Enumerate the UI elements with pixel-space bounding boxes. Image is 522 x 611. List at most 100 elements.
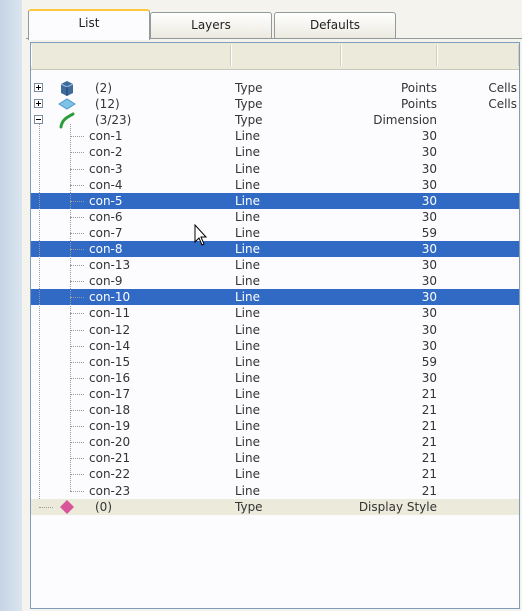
connector-row[interactable]: con-17 Line 21	[31, 386, 519, 402]
tree-branch-line	[70, 184, 84, 186]
connector-dimension: 21	[421, 386, 437, 401]
connector-type: Line	[235, 322, 261, 337]
connector-type: Line	[235, 242, 261, 256]
connector-row[interactable]: con-9 Line 30	[31, 273, 519, 289]
connector-name: con-4	[89, 177, 123, 192]
connector-dimension: 30	[421, 370, 437, 385]
connector-row[interactable]: con-19 Line 21	[31, 418, 519, 434]
connector-row[interactable]: con-18 Line 21	[31, 402, 519, 418]
connector-dimension: 30	[421, 274, 437, 289]
connector-name: con-13	[89, 258, 131, 273]
tree-group-row[interactable]: (3/23) Type Dimension	[31, 112, 519, 129]
tree-group-row[interactable]: (2) Type Points Cells	[31, 80, 519, 96]
group-type: Type	[235, 81, 263, 95]
connector-row[interactable]: con-20 Line 21	[31, 434, 519, 450]
connector-dimension: 30	[421, 290, 437, 305]
tree-group-row[interactable]: (0) Type Display Style	[31, 498, 519, 516]
tree-branch-line	[70, 393, 84, 395]
expand-icon[interactable]	[34, 99, 43, 109]
column-header-extra[interactable]	[437, 45, 519, 66]
connector-row[interactable]: con-8 Line 30	[31, 241, 519, 257]
connector-row[interactable]: con-21 Line 21	[31, 450, 519, 466]
tree-branch-line	[70, 232, 84, 234]
connector-row[interactable]: con-1 Line 30	[31, 128, 519, 144]
connector-dimension: 30	[421, 322, 437, 337]
connector-name: con-5	[89, 193, 123, 208]
connector-name: con-21	[89, 451, 131, 466]
connector-name: con-18	[89, 403, 131, 417]
connector-name: con-6	[89, 209, 123, 224]
connector-type: Line	[235, 483, 261, 498]
connector-type: Line	[235, 435, 261, 450]
connector-row[interactable]: con-4 Line 30	[31, 177, 519, 193]
connector-dimension: 30	[421, 129, 437, 144]
tree-root-line	[39, 124, 40, 507]
tree-branch-line	[70, 168, 84, 170]
connector-row[interactable]: con-10 Line 30	[31, 289, 519, 306]
tree-branch-line	[70, 136, 84, 138]
connector-type: Line	[235, 209, 261, 224]
connector-name: con-19	[89, 419, 131, 434]
column-header-type[interactable]	[231, 45, 341, 66]
connector-name: con-11	[89, 306, 131, 321]
connector-row[interactable]: con-16 Line 30	[31, 370, 519, 386]
group-type: Type	[235, 499, 263, 514]
group-col3: Points	[400, 97, 437, 112]
connector-row[interactable]: con-7 Line 59	[31, 225, 519, 241]
connector-type: Line	[235, 193, 261, 208]
connector-name: con-12	[89, 322, 131, 337]
column-header-name[interactable]	[31, 45, 231, 66]
connector-name: con-23	[89, 483, 131, 498]
tree-branch-line	[70, 474, 84, 476]
tree-branch-line	[70, 329, 84, 331]
connector-name: con-9	[89, 274, 123, 289]
connector-name: con-20	[89, 435, 131, 450]
group-name: (3/23)	[95, 113, 132, 128]
connector-type: Line	[235, 467, 261, 482]
collapse-icon[interactable]	[34, 115, 43, 125]
tree-list-view[interactable]: (2) Type Points Cells (12) Type Points Cells (3/…	[30, 42, 520, 609]
connector-row[interactable]: con-23 Line 21	[31, 483, 519, 499]
connector-type: Line	[235, 386, 261, 401]
connector-row[interactable]: con-14 Line 30	[31, 338, 519, 354]
connector-type: Line	[235, 145, 261, 160]
connector-dimension: 21	[421, 483, 437, 498]
connector-dimension: 21	[421, 467, 437, 482]
connector-name: con-7	[89, 225, 123, 240]
connector-name: con-10	[89, 290, 131, 305]
connector-name: con-17	[89, 386, 131, 401]
desktop-background	[0, 0, 22, 611]
connector-type: Line	[235, 370, 261, 385]
connector-dimension: 30	[421, 177, 437, 192]
expand-icon[interactable]	[34, 83, 43, 92]
connector-dimension: 30	[421, 242, 437, 256]
connector-row[interactable]: con-3 Line 30	[31, 161, 519, 177]
tree-branch-line	[70, 458, 84, 460]
tab-list[interactable]: List	[28, 9, 150, 40]
connector-dimension: 21	[421, 451, 437, 466]
connector-row[interactable]: con-6 Line 30	[31, 209, 519, 225]
connector-name: con-15	[89, 354, 131, 369]
group-name: (12)	[95, 97, 120, 112]
connector-row[interactable]: con-13 Line 30	[31, 257, 519, 273]
tree-branch-line	[70, 216, 84, 218]
connector-name: con-3	[89, 161, 123, 176]
tab-layers[interactable]: Layers	[150, 12, 272, 38]
connector-row[interactable]: con-22 Line 21	[31, 466, 519, 482]
shape-icon	[58, 498, 76, 516]
tab-defaults[interactable]: Defaults	[274, 12, 396, 38]
tree-branch-line	[70, 281, 84, 283]
connector-dimension: 21	[421, 419, 437, 434]
connector-row[interactable]: con-15 Line 59	[31, 354, 519, 370]
tree-group-row[interactable]: (12) Type Points Cells	[31, 96, 519, 112]
connector-row[interactable]: con-11 Line 30	[31, 305, 519, 321]
connector-row[interactable]: con-12 Line 30	[31, 322, 519, 338]
column-header-value[interactable]	[341, 45, 437, 66]
connector-dimension: 30	[421, 306, 437, 321]
connector-type: Line	[235, 274, 261, 289]
connector-row[interactable]: con-2 Line 30	[31, 144, 519, 160]
group-col3: Points	[400, 81, 437, 95]
connector-row[interactable]: con-5 Line 30	[31, 192, 519, 209]
connector-type: Line	[235, 129, 261, 144]
group-col3: Display Style	[358, 499, 437, 514]
